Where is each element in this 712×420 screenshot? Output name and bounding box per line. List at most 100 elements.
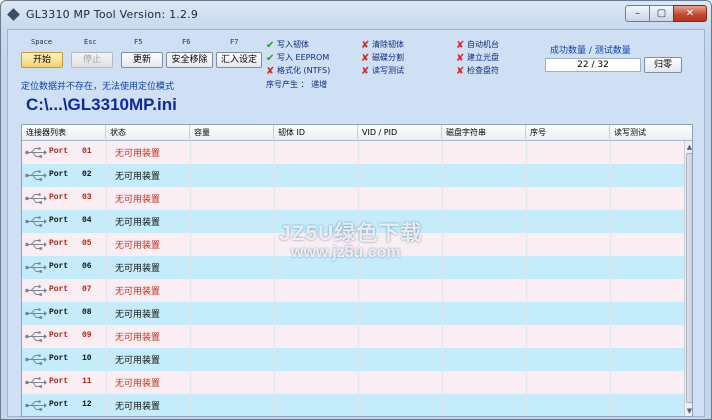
- column-divider: [274, 302, 275, 325]
- usb-icon: [25, 400, 47, 411]
- column-divider: [610, 187, 611, 210]
- column-divider: [190, 141, 191, 164]
- scroll-thumb[interactable]: [686, 153, 692, 403]
- table-row[interactable]: Port 01 无可用装置: [22, 141, 684, 164]
- option-rw-test[interactable]: ✘ 读写测试: [361, 65, 404, 77]
- port-label: Port: [49, 239, 69, 248]
- port-status: 无可用装置: [115, 172, 161, 182]
- table-row[interactable]: Port 08 无可用装置: [22, 302, 684, 325]
- column-divider: [106, 233, 107, 256]
- column-divider: [358, 348, 359, 371]
- table-row[interactable]: Port 11 无可用装置: [22, 371, 684, 394]
- option-check-drive-letter[interactable]: ✘ 检查盘符: [456, 65, 499, 77]
- option-write-eeprom[interactable]: ✔ 写入 EEPROM: [266, 52, 329, 64]
- port-status: 无可用装置: [115, 264, 161, 274]
- column-divider: [442, 256, 443, 279]
- port-label: Port: [49, 377, 69, 386]
- table-row[interactable]: Port 03 无可用装置: [22, 187, 684, 210]
- column-divider: [610, 302, 611, 325]
- safe-remove-button[interactable]: 安全移除: [166, 52, 213, 68]
- hotkey-label-update: F5: [134, 38, 143, 46]
- column-divider: [358, 394, 359, 416]
- column-divider: [106, 279, 107, 302]
- column-divider: [610, 394, 611, 416]
- start-button[interactable]: 开始: [21, 52, 63, 68]
- stop-button[interactable]: 停止: [71, 52, 113, 68]
- serial-mode: 序号产生 ： 递增: [266, 80, 328, 89]
- column-divider: [526, 210, 527, 233]
- col-firmware-id[interactable]: 韧体 ID: [274, 125, 358, 141]
- column-divider: [190, 302, 191, 325]
- column-divider: [106, 187, 107, 210]
- column-divider: [526, 187, 527, 210]
- scroll-up-icon[interactable]: ▲: [685, 142, 692, 152]
- column-divider: [442, 302, 443, 325]
- client-area: Space Esc F5 F6 F7 开始 停止 更新 安全移除 汇入设定 定位…: [7, 29, 705, 417]
- close-button[interactable]: ✕: [673, 5, 707, 22]
- column-divider: [442, 325, 443, 348]
- column-divider: [610, 141, 611, 164]
- watermark-url: www.jz5u.com: [291, 244, 401, 261]
- port-status: 无可用装置: [115, 356, 161, 366]
- column-divider: [106, 348, 107, 371]
- column-divider: [526, 164, 527, 187]
- cross-icon: ✘: [361, 66, 370, 77]
- column-divider: [442, 187, 443, 210]
- column-divider: [274, 210, 275, 233]
- column-divider: [610, 371, 611, 394]
- column-divider: [190, 279, 191, 302]
- col-status[interactable]: 状态: [106, 125, 190, 141]
- column-divider: [274, 256, 275, 279]
- col-disk-string[interactable]: 磁盘字符串: [442, 125, 526, 141]
- option-create-cdrom[interactable]: ✘ 建立光盘: [456, 52, 499, 64]
- table-row[interactable]: Port 09 无可用装置: [22, 325, 684, 348]
- maximize-button[interactable]: ▢: [649, 5, 674, 22]
- cross-icon: ✘: [456, 53, 465, 64]
- vertical-scrollbar[interactable]: ▲ ▼: [684, 141, 692, 416]
- column-divider: [526, 302, 527, 325]
- column-divider: [442, 348, 443, 371]
- port-number: 07: [82, 285, 92, 294]
- column-divider: [190, 164, 191, 187]
- title-bar[interactable]: GL3310 MP Tool Version: 1.2.9 – ▢ ✕: [1, 1, 711, 29]
- col-vid-pid[interactable]: VID / PID: [358, 125, 442, 141]
- table-row[interactable]: Port 10 无可用装置: [22, 348, 684, 371]
- minimize-button[interactable]: –: [625, 5, 650, 22]
- column-divider: [274, 348, 275, 371]
- port-status: 无可用装置: [115, 379, 161, 389]
- option-auto-machine[interactable]: ✘ 自动机台: [456, 39, 499, 51]
- usb-icon: [25, 331, 47, 342]
- table-row[interactable]: Port 12 无可用装置: [22, 394, 684, 416]
- scroll-down-icon[interactable]: ▼: [685, 406, 692, 416]
- column-divider: [274, 187, 275, 210]
- col-connector-list[interactable]: 连接器列表: [22, 125, 106, 141]
- column-divider: [610, 279, 611, 302]
- hotkey-label-import: F7: [230, 38, 239, 46]
- port-label: Port: [49, 400, 69, 409]
- import-settings-button[interactable]: 汇入设定: [216, 52, 262, 68]
- option-clear-firmware[interactable]: ✘ 清除韧体: [361, 39, 404, 51]
- column-divider: [526, 141, 527, 164]
- option-partition[interactable]: ✘ 磁碟分割: [361, 52, 404, 64]
- counter-value: 22 / 32: [545, 58, 641, 72]
- update-button[interactable]: 更新: [121, 52, 163, 68]
- check-icon: ✔: [266, 53, 275, 64]
- table-row[interactable]: Port 02 无可用装置: [22, 164, 684, 187]
- usb-icon: [25, 308, 47, 319]
- col-capacity[interactable]: 容量: [190, 125, 274, 141]
- column-divider: [442, 141, 443, 164]
- device-table: 连接器列表 状态 容量 韧体 ID VID / PID 磁盘字符串 序号 读写测…: [21, 124, 693, 417]
- column-divider: [442, 394, 443, 416]
- column-divider: [274, 141, 275, 164]
- port-number: 02: [82, 170, 92, 179]
- table-row[interactable]: Port 07 无可用装置: [22, 279, 684, 302]
- usb-icon: [25, 354, 47, 365]
- port-status: 无可用装置: [115, 402, 161, 412]
- option-format-ntfs[interactable]: ✘ 格式化 (NTFS): [266, 65, 330, 77]
- reset-button[interactable]: 归零: [644, 57, 682, 73]
- option-write-firmware[interactable]: ✔ 写入韧体: [266, 39, 309, 51]
- col-rw-test[interactable]: 读写测试: [610, 125, 692, 141]
- column-divider: [274, 394, 275, 416]
- col-serial[interactable]: 序号: [526, 125, 610, 141]
- column-divider: [442, 164, 443, 187]
